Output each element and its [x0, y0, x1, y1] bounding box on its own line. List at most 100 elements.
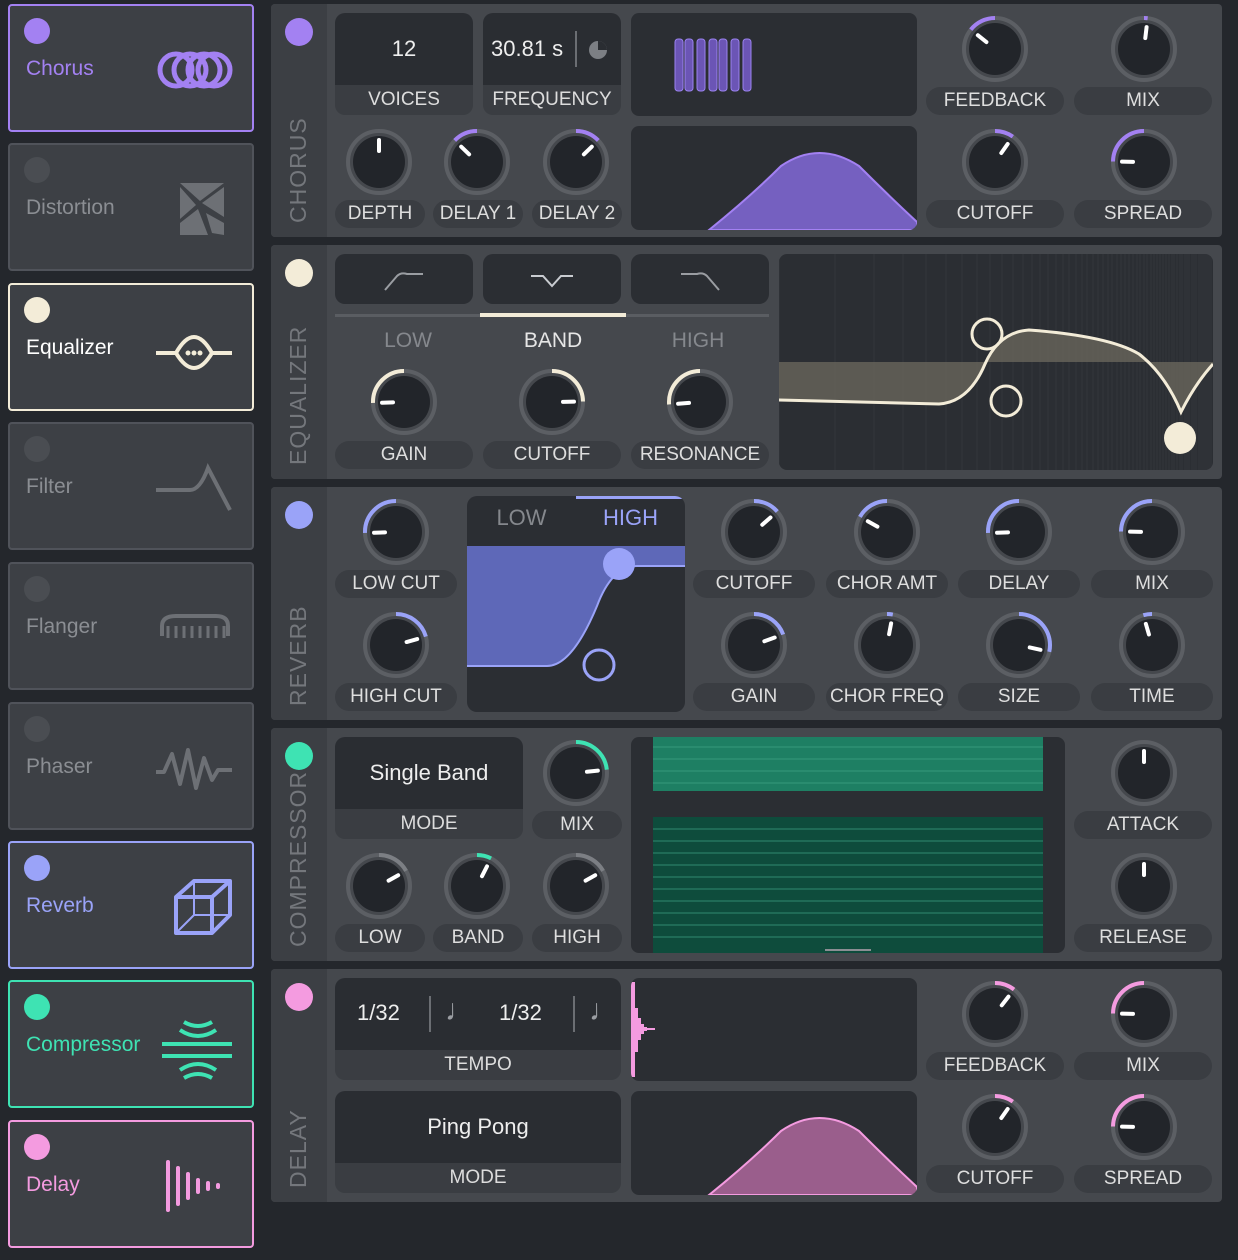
reverb-gain-knob[interactable] — [719, 610, 789, 680]
frequency-value[interactable]: 30.81 s — [483, 13, 621, 85]
chorus-feedback-knob[interactable] — [960, 14, 1030, 84]
equalizer-power-toggle[interactable] — [285, 259, 313, 287]
depth-knob[interactable] — [344, 127, 414, 197]
reverb-power-toggle[interactable] — [285, 501, 313, 529]
reverb-delay-label: DELAY — [958, 570, 1080, 598]
compressor-mix-knob[interactable] — [541, 738, 611, 808]
reverb-mix-knob[interactable] — [1117, 497, 1187, 567]
high-cut-knob[interactable] — [361, 610, 431, 680]
reverb-delay-knob[interactable] — [984, 497, 1054, 567]
eq-resonance-label: RESONANCE — [631, 441, 769, 469]
delay1-knob[interactable] — [442, 127, 512, 197]
delay-bars-icon — [166, 1160, 220, 1212]
sidebar-item-equalizer[interactable]: Equalizer — [8, 283, 254, 411]
sidebar-item-label: Delay — [26, 1173, 80, 1196]
compressor-low-label: LOW — [335, 924, 425, 952]
chorus-mix-knob[interactable] — [1109, 14, 1179, 84]
sidebar-item-label: Distortion — [26, 196, 115, 219]
tempo-sync-icon[interactable] — [587, 39, 609, 61]
eq-response-display — [779, 254, 1213, 470]
chorus-indicator — [24, 18, 50, 44]
size-label: SIZE — [958, 683, 1080, 711]
eq-tab-band[interactable]: BAND — [480, 329, 626, 353]
compressor-high-knob[interactable] — [541, 851, 611, 921]
compressor-meter-display — [631, 737, 1065, 953]
compressor-low-knob[interactable] — [344, 851, 414, 921]
compressor-band-knob[interactable] — [442, 851, 512, 921]
low-cut-knob[interactable] — [361, 497, 431, 567]
time-knob[interactable] — [1117, 610, 1187, 680]
chorus-spread-knob[interactable] — [1109, 127, 1179, 197]
delay-power-toggle[interactable] — [285, 983, 313, 1011]
reverb-high-handle[interactable] — [603, 548, 635, 580]
delay-mix-knob[interactable] — [1109, 979, 1179, 1049]
compressor-band-label: BAND — [433, 924, 523, 952]
chorus-filter-display — [631, 126, 917, 230]
compressor-mode-selector[interactable]: Single Band — [335, 737, 523, 809]
voices-value[interactable]: 12 — [335, 13, 473, 85]
delay-spread-knob[interactable] — [1109, 1092, 1179, 1162]
sidebar-item-compressor[interactable]: Compressor — [8, 980, 254, 1108]
chor-amt-knob[interactable] — [852, 497, 922, 567]
reverb-gain-label: GAIN — [693, 683, 815, 711]
eq-cutoff-knob[interactable] — [517, 367, 587, 437]
reverb-low-handle[interactable] — [582, 648, 616, 682]
size-knob[interactable] — [984, 610, 1054, 680]
release-label: RELEASE — [1074, 924, 1212, 952]
equalizer-module: EQUALIZER LOW BAND HIGH GAIN CUTOFF RESO… — [271, 245, 1222, 479]
chorus-module: CHORUS 12 VOICES 30.81 s FREQUENCY FEEDB… — [271, 4, 1222, 237]
chor-amt-label: CHOR AMT — [826, 570, 948, 598]
eq-high-handle[interactable] — [1164, 422, 1196, 454]
sidebar-item-flanger[interactable]: Flanger — [8, 562, 254, 690]
sidebar-item-label: Chorus — [26, 57, 94, 80]
eq-low-shelf-button[interactable] — [335, 254, 473, 304]
eq-band-handle[interactable] — [989, 384, 1023, 418]
reverb-cutoff-knob[interactable] — [719, 497, 789, 567]
chorus-filter-curve — [707, 152, 917, 230]
sidebar-item-delay[interactable]: Delay — [8, 1120, 254, 1248]
compressor-module: COMPRESSOR Single Band MODE MIX LOW BAND… — [271, 728, 1222, 961]
distortion-indicator — [24, 157, 50, 183]
sidebar-item-phaser[interactable]: Phaser — [8, 702, 254, 830]
delay-mix-label: MIX — [1074, 1052, 1212, 1080]
compressor-power-toggle[interactable] — [285, 742, 313, 770]
reverb-mix-label: MIX — [1091, 570, 1213, 598]
reverb-indicator — [24, 855, 50, 881]
eq-tab-high[interactable]: HIGH — [625, 329, 771, 353]
chor-freq-knob[interactable] — [852, 610, 922, 680]
note-icon[interactable]: ♩ — [445, 994, 475, 1028]
sidebar-item-reverb[interactable]: Reverb — [8, 841, 254, 969]
delay-taps — [631, 982, 655, 1077]
reverb-eq-display: LOW HIGH — [467, 496, 685, 712]
chorus-mix-label: MIX — [1074, 87, 1212, 115]
delay2-knob[interactable] — [541, 127, 611, 197]
eq-resonance-knob[interactable] — [665, 367, 735, 437]
eq-band-button[interactable] — [483, 254, 621, 304]
sidebar-item-chorus[interactable]: Chorus — [8, 4, 254, 132]
delay-tap-display — [631, 978, 917, 1081]
attack-knob[interactable] — [1109, 738, 1179, 808]
reverb-cutoff-label: CUTOFF — [693, 570, 815, 598]
high-shelf-icon — [681, 272, 720, 291]
tempo-left-value: 1/32 — [357, 1000, 400, 1025]
eq-tab-low[interactable]: LOW — [335, 329, 481, 353]
time-label: TIME — [1091, 683, 1213, 711]
eq-gain-knob[interactable] — [369, 367, 439, 437]
sidebar-item-filter[interactable]: Filter — [8, 422, 254, 550]
delay-mode-label: MODE — [335, 1163, 621, 1193]
chorus-power-toggle[interactable] — [285, 18, 313, 46]
delay-tempo-selector[interactable]: 1/32 ♩ 1/32 ♩ — [335, 978, 621, 1050]
delay-feedback-knob[interactable] — [960, 979, 1030, 1049]
delay-filter-display — [631, 1091, 917, 1195]
eq-cutoff-label: CUTOFF — [483, 441, 621, 469]
sidebar-item-distortion[interactable]: Distortion — [8, 143, 254, 271]
delay-mode-selector[interactable]: Ping Pong — [335, 1091, 621, 1163]
chorus-cutoff-knob[interactable] — [960, 127, 1030, 197]
delay-cutoff-knob[interactable] — [960, 1092, 1030, 1162]
tempo-label: TEMPO — [335, 1050, 621, 1080]
eq-high-shelf-button[interactable] — [631, 254, 769, 304]
note-icon[interactable]: ♩ — [589, 994, 619, 1028]
eq-response-curve — [779, 254, 1213, 470]
equalizer-eye-icon — [156, 335, 232, 370]
release-knob[interactable] — [1109, 851, 1179, 921]
